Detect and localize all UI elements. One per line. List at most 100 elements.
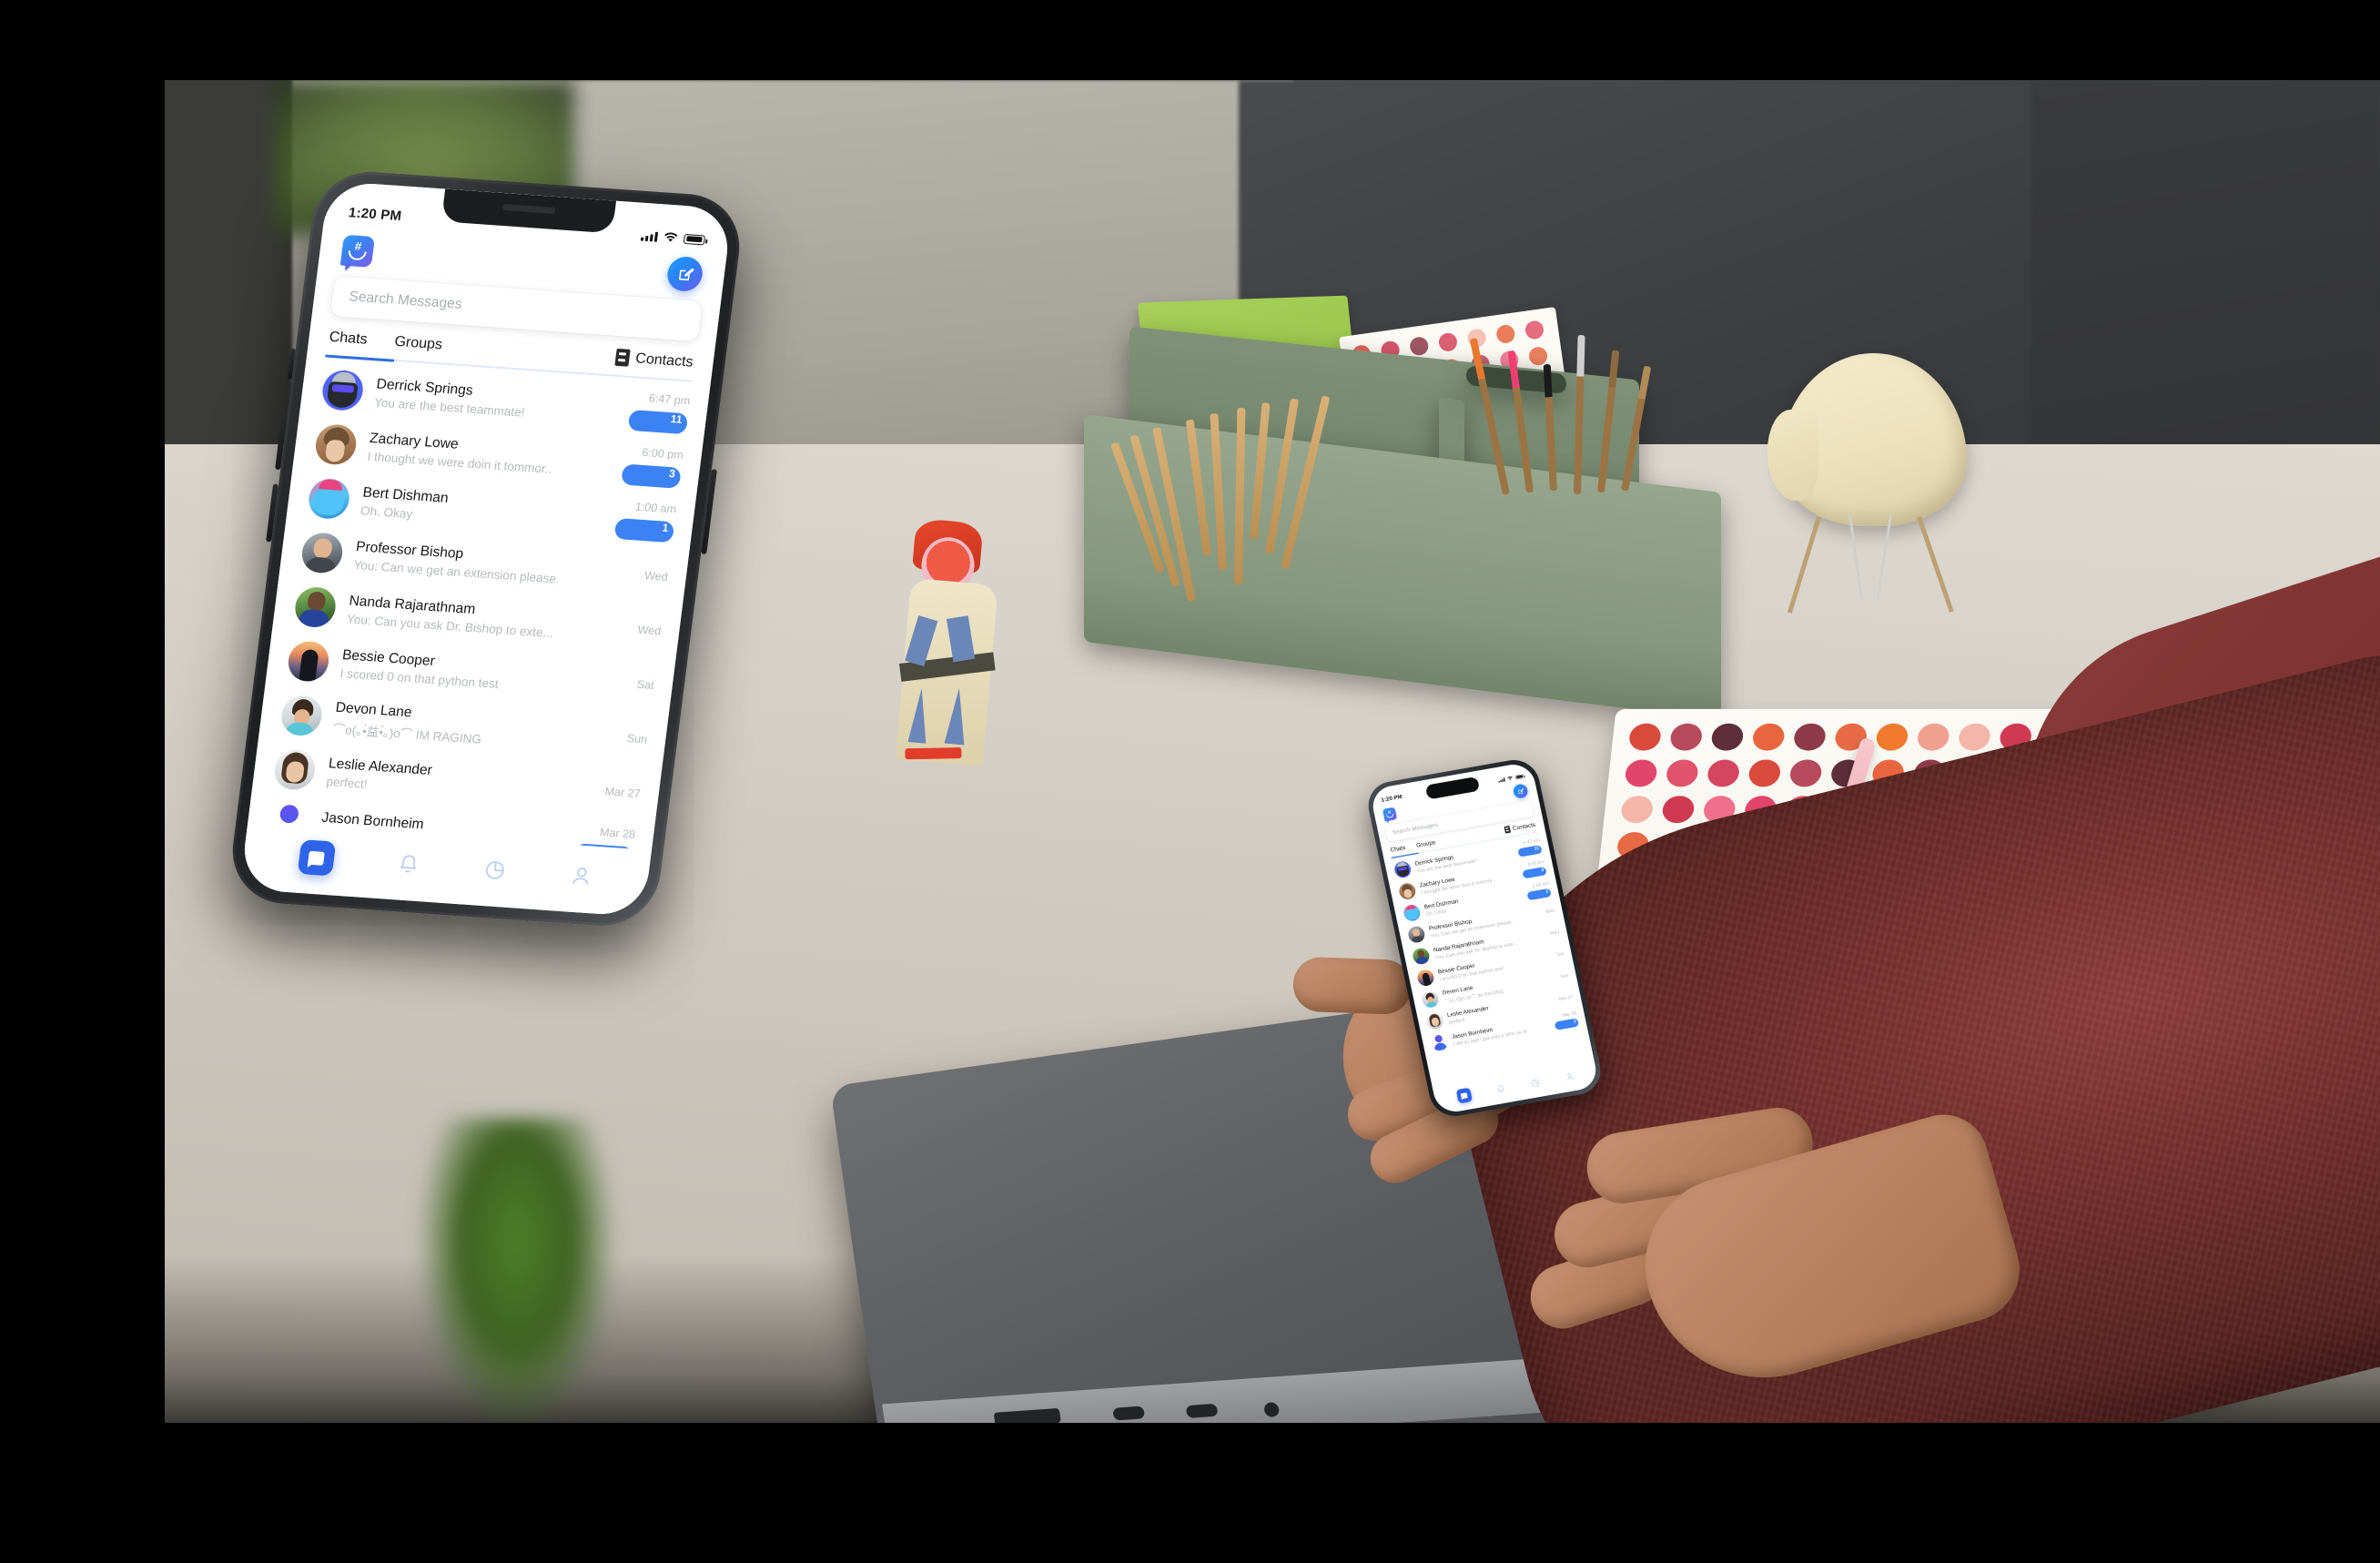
chat-time: Sat [636,677,655,692]
tab-contacts-label: Contacts [634,350,694,370]
nav-stats-button[interactable] [481,858,508,883]
avatar [1424,1011,1445,1030]
magsafe-port [993,1407,1061,1423]
avatar [313,423,359,466]
card-dot [1524,320,1545,340]
compose-button[interactable] [1512,783,1529,799]
avatar [1430,1033,1449,1052]
wooden-figurine [882,517,1021,772]
notebook-dot [1661,796,1696,824]
tab-groups[interactable]: Groups [392,334,443,362]
avatar [1406,925,1427,944]
compose-button[interactable] [665,255,704,293]
chair-leg [1787,516,1821,614]
chat-bubble-icon [308,850,325,866]
avatar [1411,947,1432,966]
thumb [1291,956,1413,1016]
status-time: 1:20 PM [348,205,403,225]
person-icon [572,868,588,885]
avatar [292,585,339,629]
headphone-jack [1263,1402,1281,1418]
card-dot [1408,336,1430,357]
avatar [1393,859,1413,879]
compose-icon [1517,787,1524,794]
notebook-dot [1916,723,1950,751]
nav-chats-button[interactable] [1455,1087,1473,1104]
unread-badge: 3 [621,463,682,489]
card-dot [1527,345,1549,367]
avatar [1397,881,1417,901]
avatar [306,477,352,521]
notebook-dot [1751,723,1786,751]
app-logo-icon[interactable]: # [1382,807,1398,822]
unread-badge: 1 [1554,1018,1580,1030]
nav-notifications-button[interactable] [395,852,421,878]
unread-badge: 3 [1522,866,1547,879]
chat-time: Mar 27 [603,785,642,801]
avatar [1420,990,1441,1010]
chat-time: Sat [1556,950,1565,958]
nav-profile-button[interactable] [568,864,594,889]
nav-profile-button[interactable] [1565,1071,1576,1082]
notebook-dot [1665,759,1700,787]
notebook-dot [1620,796,1655,824]
screenshot-stage: 1:20 PM # Search Messages Chats Groups C… [0,0,2380,1563]
tab-contacts-label: Contacts [1512,821,1536,832]
unread-badge: 1 [613,517,675,543]
chair-wire [1848,514,1864,602]
unread-badge: 11 [1517,845,1543,858]
nav-notifications-button[interactable] [1495,1083,1507,1094]
avatar [1415,968,1436,988]
bell-icon [1497,1085,1504,1093]
chat-bubble-icon [1460,1091,1468,1100]
chat-time: Mar 27 [1558,994,1574,1002]
chat-list[interactable]: Derrick Springs You are the best teammate… [248,355,710,851]
notebook-dot [1788,759,1823,787]
avatar [1402,903,1422,923]
notebook-dot [1627,723,1663,751]
chat-time: 6:00 pm [641,445,684,462]
nav-stats-button[interactable] [1530,1078,1542,1089]
notebook-dot [1875,723,1909,751]
chair-leg [1917,516,1954,613]
scene-photo: 1:20 PM # Search Messages Chats Groups C… [165,80,2380,1423]
tab-chats[interactable]: Chats [327,330,369,358]
chat-time: Wed [1549,929,1560,937]
usb-c-port [1112,1406,1146,1421]
pie-chart-icon [1531,1079,1539,1087]
notebook-dot [1624,759,1658,787]
avatar [319,369,366,412]
plant-leaf-bottom [397,1118,615,1423]
wifi-icon [664,232,678,242]
messaging-app: 1:20 PM # Search Messages Chats Groups C… [239,180,733,918]
chat-time: Wed [1544,908,1555,915]
chat-time: Wed [636,623,663,638]
person-icon [1567,1073,1574,1081]
phone-frame-big: 1:20 PM # Search Messages Chats Groups C… [226,167,746,930]
phone-screen-big[interactable]: 1:20 PM # Search Messages Chats Groups C… [239,180,733,918]
notebook-dot [1710,723,1745,751]
cellular-bars-icon [640,230,659,242]
battery-icon [683,233,706,245]
bell-icon [400,855,416,873]
avatar [299,532,345,574]
unread-badge: 11 [627,409,689,435]
notebook-dot [1792,723,1828,751]
mini-eames-chair [1762,353,1980,614]
address-book-icon [614,348,631,367]
chat-time: 1:00 am [634,500,677,516]
nav-chats-button[interactable] [297,839,336,877]
card-dot [1437,331,1459,353]
chat-time: Wed [643,569,669,584]
smile-glyph [1386,813,1394,819]
app-logo-icon[interactable]: # [339,234,376,268]
unread-badge: 1 [1526,888,1552,901]
pie-chart-icon [485,861,504,879]
chat-time: Mar 28 [599,826,636,841]
usb-c-port [1185,1403,1219,1419]
avatar [279,694,325,737]
chair-armrest [1767,410,1818,501]
primary-phone: 1:20 PM # Search Messages Chats Groups C… [226,167,746,930]
address-book-icon [1504,826,1512,834]
desk-organizer [1075,295,1730,720]
